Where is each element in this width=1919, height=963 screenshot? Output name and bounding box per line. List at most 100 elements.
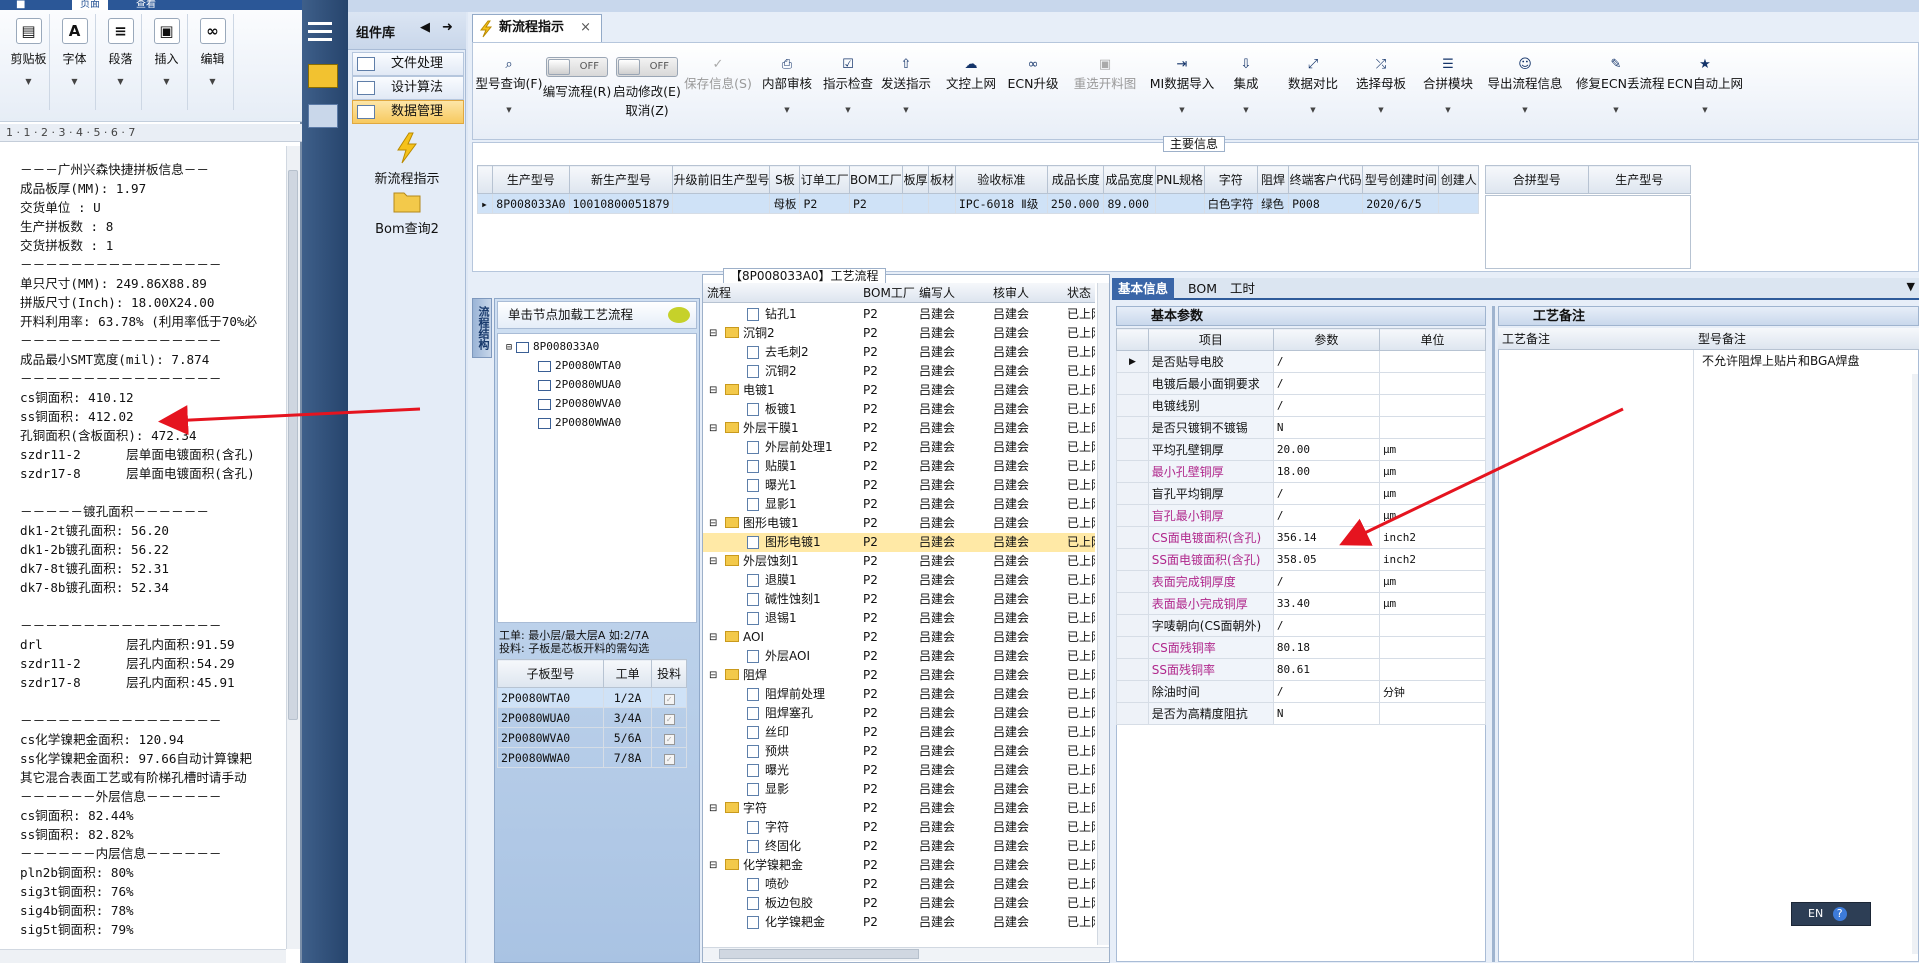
flow-vertical-scrollbar[interactable] — [1097, 283, 1109, 945]
col-header[interactable]: PNL规格 — [1154, 165, 1205, 194]
tree-node[interactable]: 2P0080WUA0 — [538, 378, 621, 391]
library-item-design-algorithm[interactable]: 设计算法 — [352, 76, 464, 100]
param-value[interactable]: 33.40 — [1272, 592, 1380, 615]
table-cell[interactable] — [1154, 193, 1205, 214]
param-value[interactable]: / — [1272, 570, 1380, 593]
table-cell[interactable]: 母板 — [769, 193, 801, 214]
sub-board-grid[interactable]: 子板型号 工单 投料 2P0080WTA0 1/2A ✓ 2P0080WUA0 3/4A ✓ 2P… — [497, 659, 687, 768]
col-header[interactable]: 核审人 — [993, 283, 1029, 303]
doc-tab-new-flow[interactable]: 新流程指示 × — [472, 14, 602, 42]
col-header[interactable]: 合拼型号 — [1485, 165, 1589, 194]
ime-indicator[interactable]: EN ? — [1791, 902, 1871, 926]
param-value[interactable]: / — [1272, 394, 1380, 417]
model-note-value[interactable]: 不允许阻焊上贴片和BGA焊盘 — [1702, 352, 1860, 369]
flow-row[interactable]: ⊟ 电镀1 P2 吕建会 吕建会 已上网 — [703, 381, 1095, 400]
col-header[interactable]: 生产型号 — [492, 165, 570, 194]
flow-row[interactable]: ⊟ 沉铜2 P2 吕建会 吕建会 已上网 — [703, 324, 1095, 343]
menu-icon[interactable] — [308, 22, 332, 25]
merge-model-grid[interactable]: 合拼型号 生产型号 — [1485, 165, 1691, 194]
table-cell[interactable]: 3/4A — [602, 707, 653, 728]
table-row[interactable]: ▶ 是否贴导电胶 / — [1116, 350, 1487, 373]
table-cell[interactable]: 2P0080WVA0 — [497, 727, 604, 748]
param-value[interactable]: 358.05 — [1272, 548, 1380, 571]
table-row[interactable]: 字唛朝向(CS面朝外) / — [1116, 614, 1487, 637]
flow-row[interactable]: 阻焊前处理 P2 吕建会 吕建会 已上网 — [703, 685, 1095, 704]
col-header[interactable]: BOM工厂 — [848, 165, 903, 194]
flow-row[interactable]: 预烘 P2 吕建会 吕建会 已上网 — [703, 742, 1095, 761]
toggle-switch[interactable]: OFF — [546, 57, 608, 77]
table-cell[interactable]: 5/6A — [602, 727, 653, 748]
flow-row[interactable]: 外层前处理1 P2 吕建会 吕建会 已上网 — [703, 438, 1095, 457]
collapse-icon[interactable]: ⊟ — [709, 324, 717, 343]
table-cell[interactable]: IPC-6018 Ⅱ级 — [954, 193, 1048, 214]
flow-row[interactable]: 丝印 P2 吕建会 吕建会 已上网 — [703, 723, 1095, 742]
table-row[interactable]: 电镀线别 / — [1116, 394, 1487, 417]
horizontal-ruler[interactable]: 1 · 1 · 2 · 3 · 4 · 5 · 6 · 7 — [0, 124, 302, 142]
table-cell[interactable]: 250.000 — [1046, 193, 1105, 214]
ribbon-group-1[interactable]: A 字体 ▼ — [54, 14, 96, 110]
collapse-icon[interactable]: ⊟ — [709, 419, 717, 438]
table-row[interactable]: 表面完成铜厚度 / μm — [1116, 570, 1487, 593]
param-value[interactable]: / — [1272, 504, 1380, 527]
collapse-icon[interactable]: ⊟ — [709, 666, 717, 685]
ribbon-group-2[interactable]: ≡ 段落 ▼ — [100, 14, 142, 110]
ribbon-group-0[interactable]: ▤ 剪贴板 ▼ — [8, 14, 50, 110]
table-row[interactable]: 平均孔壁铜厚 20.00 μm — [1116, 438, 1487, 461]
table-cell[interactable]: 89.000 — [1103, 193, 1156, 214]
flow-row[interactable]: 外层AOI P2 吕建会 吕建会 已上网 — [703, 647, 1095, 666]
flow-row[interactable]: 碱性蚀刻1 P2 吕建会 吕建会 已上网 — [703, 590, 1095, 609]
toolbar-button-14[interactable]: ☰ 合拼模块 ▼ — [1408, 57, 1488, 114]
library-item-data-management[interactable]: 数据管理 — [352, 100, 464, 124]
table-cell[interactable]: 2P0080WTA0 — [497, 687, 604, 708]
collapse-icon[interactable]: ⊟ — [506, 342, 512, 353]
collapse-icon[interactable]: ⊟ — [709, 381, 717, 400]
param-value[interactable]: / — [1272, 482, 1380, 505]
flow-row[interactable]: 显影1 P2 吕建会 吕建会 已上网 — [703, 495, 1095, 514]
checkbox-icon[interactable]: ✓ — [663, 753, 675, 765]
flow-row[interactable]: ⊟ 外层蚀刻1 P2 吕建会 吕建会 已上网 — [703, 552, 1095, 571]
toolbar-button-3[interactable]: ✓ 保存信息(S) — [678, 57, 758, 92]
col-header[interactable]: 板材 — [928, 165, 956, 194]
table-cell[interactable]: 10010800051879 — [568, 193, 674, 214]
tree-node[interactable]: 2P0080WWA0 — [538, 416, 621, 429]
collapse-icon[interactable]: ⊟ — [709, 628, 717, 647]
structure-tree[interactable]: ⊟ 8P008033A0 2P0080WTA0 2P0080WUA0 2P0080WVA… — [497, 333, 697, 623]
table-cell[interactable]: 2P0080WWA0 — [497, 747, 604, 768]
toolbar-button-8[interactable]: ∞ ECN升级 — [993, 57, 1073, 92]
col-header[interactable]: 成品宽度 — [1103, 165, 1156, 194]
table-row[interactable]: 2P0080WTA0 1/2A ✓ — [497, 687, 687, 708]
tab-work-hours[interactable]: 工时 — [1224, 278, 1261, 300]
help-icon[interactable]: ? — [1832, 907, 1847, 921]
flow-row[interactable]: 喷砂 P2 吕建会 吕建会 已上网 — [703, 875, 1095, 894]
table-cell[interactable]: 1/2A — [602, 687, 653, 708]
table-row[interactable]: 2P0080WWA0 7/8A ✓ — [497, 747, 687, 768]
flow-row[interactable]: 图形电镀1 P2 吕建会 吕建会 已上网 — [703, 533, 1095, 552]
table-cell[interactable]: 8P008033A0 — [492, 193, 570, 214]
flow-row[interactable]: 曝光 P2 吕建会 吕建会 已上网 — [703, 761, 1095, 780]
col-header[interactable]: 单位 — [1378, 328, 1487, 351]
flow-row[interactable]: 退膜1 P2 吕建会 吕建会 已上网 — [703, 571, 1095, 590]
table-cell[interactable]: 2P0080WUA0 — [497, 707, 604, 728]
table-cell[interactable]: 白色字符 — [1203, 193, 1259, 214]
param-value[interactable]: 356.14 — [1272, 526, 1380, 549]
table-row[interactable]: 2P0080WVA0 5/6A ✓ — [497, 727, 687, 748]
table-row[interactable]: 盲孔最小铜厚 / μm — [1116, 504, 1487, 527]
toolbar-button-17[interactable]: ★ ECN自动上网 ▼ — [1665, 57, 1745, 114]
table-row[interactable]: CS面电镀面积(含孔) 356.14 inch2 — [1116, 526, 1487, 549]
table-cell[interactable] — [672, 193, 771, 214]
table-row[interactable]: 电镀后最小面铜要求 / — [1116, 372, 1487, 395]
collapse-icon[interactable]: ⊟ — [709, 514, 717, 533]
splitter[interactable] — [1492, 306, 1495, 962]
table-cell[interactable]: P008 — [1288, 193, 1364, 214]
toolbar-button-15[interactable]: ☺ 导出流程信息 ▼ — [1485, 57, 1565, 114]
toolbar-button-sublabel[interactable]: 取消(Z) — [607, 100, 687, 119]
collapse-icon[interactable]: ⊟ — [709, 552, 717, 571]
flow-row[interactable]: 沉铜2 P2 吕建会 吕建会 已上网 — [703, 362, 1095, 381]
flow-row[interactable]: ⊟ AOI P2 吕建会 吕建会 已上网 — [703, 628, 1095, 647]
param-value[interactable]: 80.18 — [1272, 636, 1380, 659]
notes-scrollbar[interactable] — [1912, 374, 1918, 954]
process-flow-list[interactable]: 钻孔1P2吕建会吕建会已上网⊟沉铜2P2吕建会吕建会已上网去毛刺2P2吕建会吕建… — [703, 305, 1095, 945]
col-header[interactable]: BOM工厂 — [863, 283, 915, 303]
tree-root[interactable]: ⊟ 8P008033A0 — [506, 340, 599, 353]
table-cell[interactable]: 2020/6/5 — [1362, 193, 1440, 214]
